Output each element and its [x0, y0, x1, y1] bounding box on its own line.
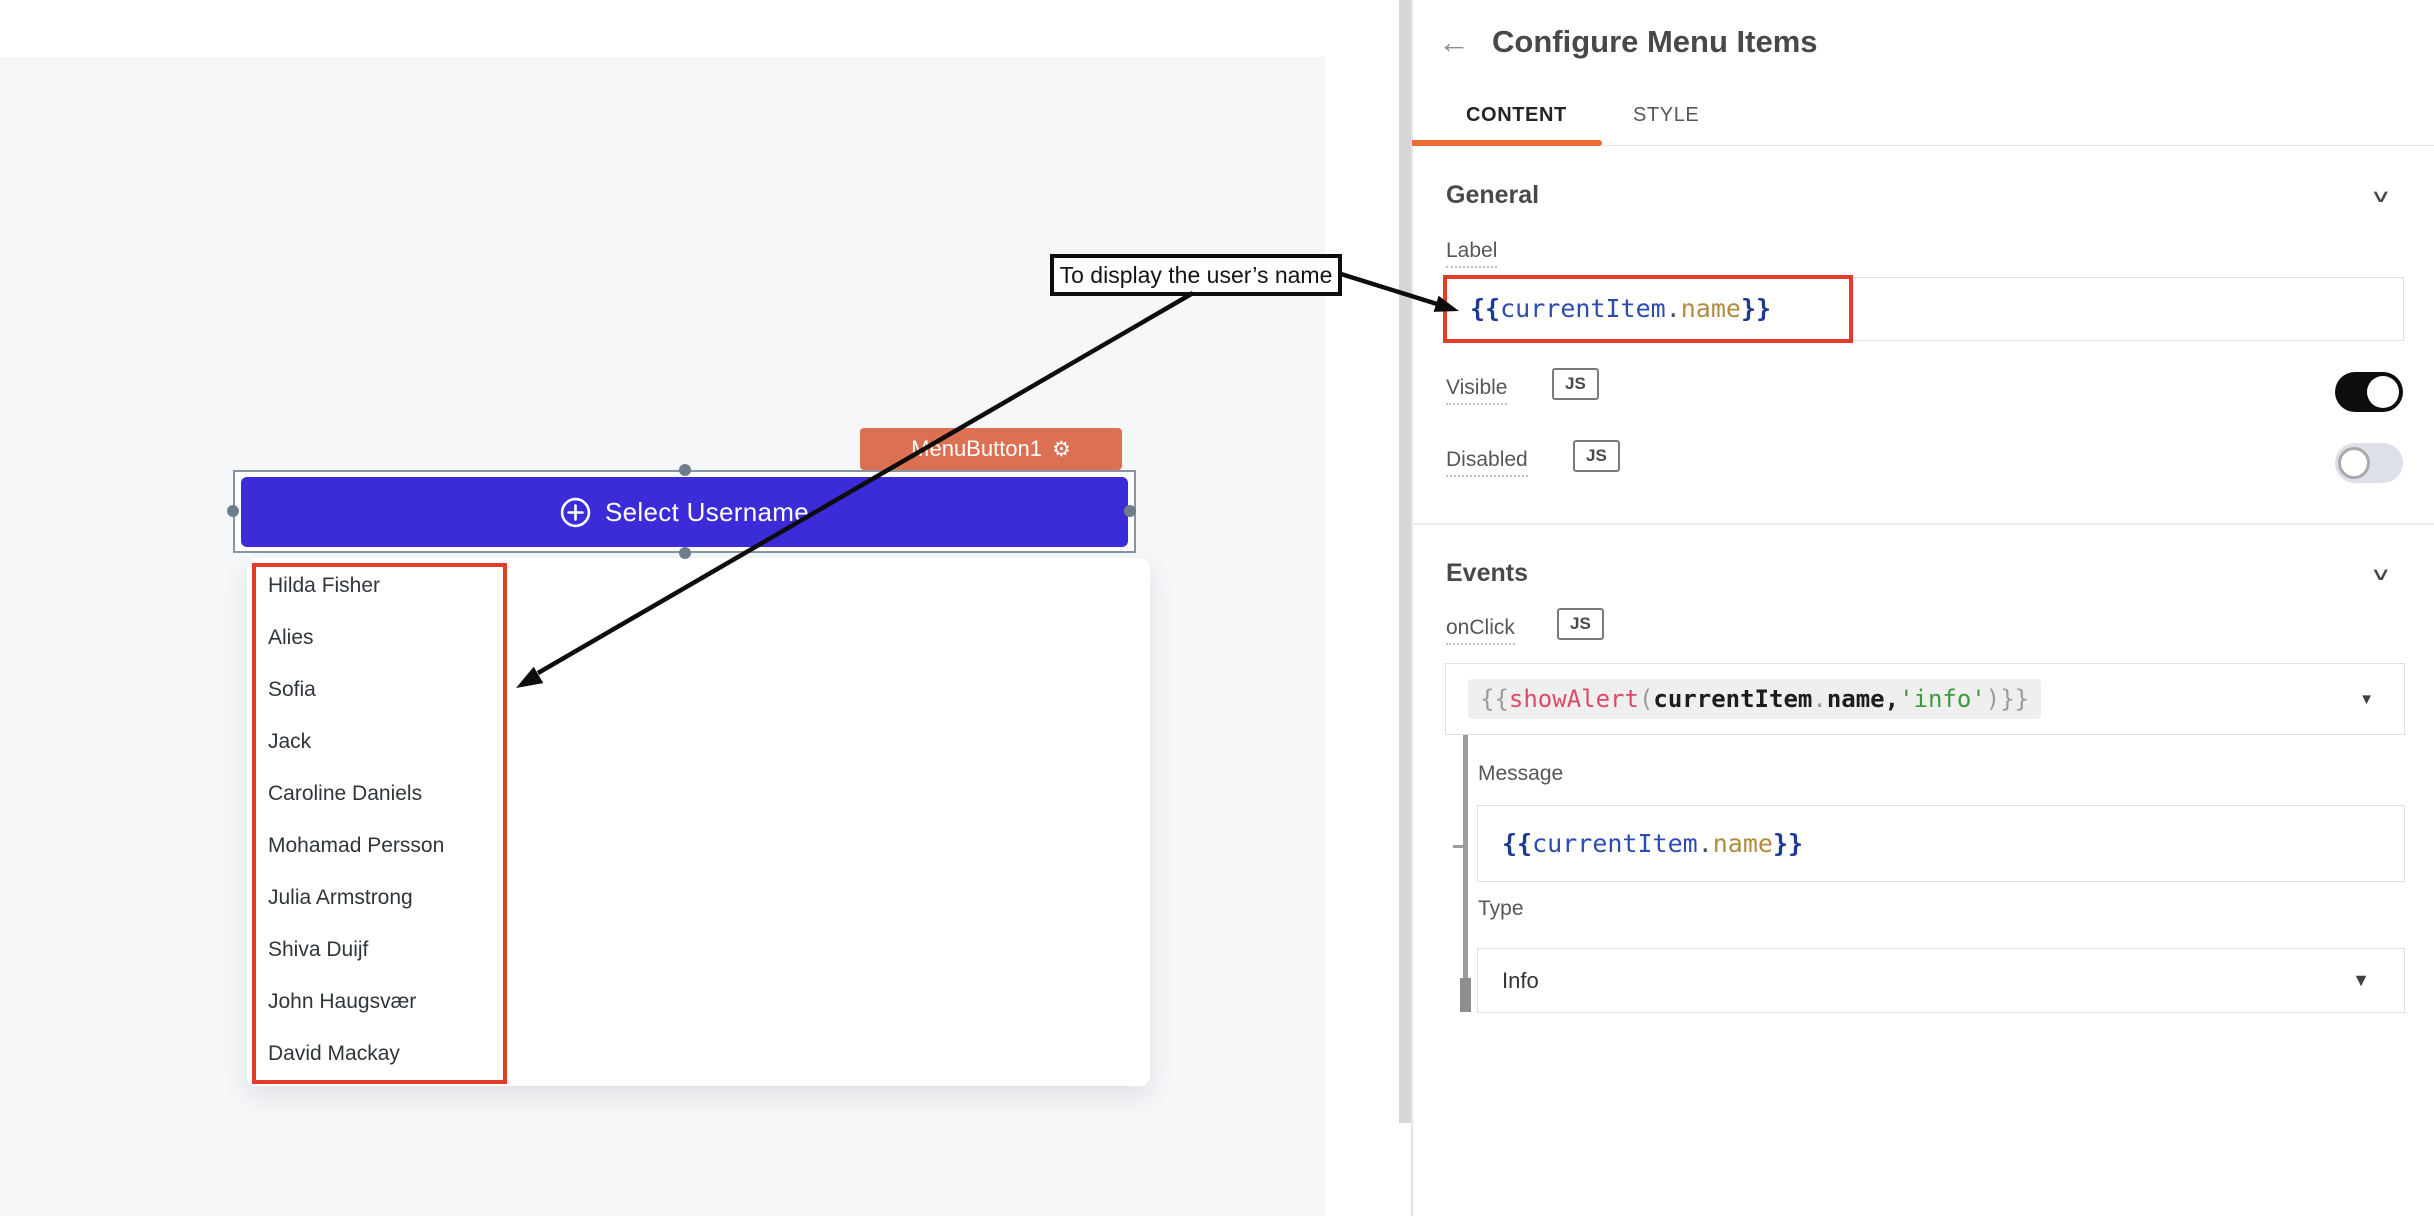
menu-list-item[interactable]: Hilda Fisher [268, 560, 1130, 612]
caret-down-icon: ▼ [2359, 691, 2374, 708]
tab-content[interactable]: CONTENT [1466, 104, 1567, 127]
type-select[interactable]: Info ▼ [1477, 948, 2405, 1013]
plus-circle-icon [560, 497, 591, 528]
message-input[interactable]: {{currentItem.name}} [1477, 805, 2405, 882]
disabled-js-badge[interactable]: JS [1573, 440, 1620, 472]
active-tab-underline [1412, 140, 1602, 146]
type-selected-value: Info [1502, 968, 1539, 994]
label-field-label: Label [1446, 239, 1497, 263]
onclick-js-badge[interactable]: JS [1557, 608, 1604, 640]
menu-list-item[interactable]: Julia Armstrong [268, 872, 1130, 924]
tab-style[interactable]: STYLE [1633, 104, 1699, 127]
menu-list-item[interactable]: Shiva Duijf [268, 924, 1130, 976]
select-username-button[interactable]: Select Username [241, 477, 1128, 547]
visible-field-label: Visible [1446, 376, 1507, 400]
menu-list-item[interactable]: Caroline Daniels [268, 768, 1130, 820]
nested-indent-tick [1453, 845, 1463, 848]
menu-list-item[interactable]: David Mackay [268, 1028, 1130, 1080]
resize-handle-top[interactable] [679, 464, 691, 476]
message-binding-code: {{currentItem.name}} [1478, 806, 2404, 881]
visible-js-badge[interactable]: JS [1552, 368, 1599, 400]
menu-list-item[interactable]: Jack [268, 716, 1130, 768]
annotation-callout: To display the user’s name [1050, 254, 1342, 296]
onclick-binding-code: {{showAlert(currentItem.name,'info')}} [1468, 679, 2041, 719]
section-heading-events: Events [1446, 559, 1528, 588]
nested-indent-thumb[interactable] [1460, 978, 1471, 1012]
section-heading-general: General [1446, 181, 1539, 210]
section-divider [1412, 523, 2434, 525]
chevron-down-icon[interactable]: ∨ [2370, 186, 2392, 208]
menu-list-item[interactable]: Alies [268, 612, 1130, 664]
onclick-action-select[interactable]: {{showAlert(currentItem.name,'info')}} ▼ [1445, 663, 2405, 735]
panel-left-border [1411, 0, 1413, 1216]
widget-name-label: MenuButton1 [911, 436, 1042, 462]
nested-indent-bar [1463, 735, 1468, 1012]
disabled-field-label: Disabled [1446, 448, 1528, 472]
type-field-label: Type [1478, 897, 1524, 921]
panel-scrollbar[interactable] [1399, 0, 1411, 1123]
onclick-field-label: onClick [1446, 616, 1515, 640]
back-arrow-icon[interactable]: ← [1438, 24, 1470, 61]
button-label: Select Username [605, 497, 809, 528]
annotation-text: To display the user’s name [1060, 262, 1333, 289]
menu-list-item[interactable]: John Haugsvær [268, 976, 1130, 1028]
resize-handle-bottom[interactable] [679, 547, 691, 559]
widget-name-tag[interactable]: MenuButton1 ⚙ [860, 428, 1122, 470]
menu-list-item[interactable]: Mohamad Persson [268, 820, 1130, 872]
resize-handle-right[interactable] [1124, 505, 1136, 517]
toggle-knob [2338, 447, 2370, 479]
menu-list-item[interactable]: Sofia [268, 664, 1130, 716]
gear-icon[interactable]: ⚙ [1052, 439, 1071, 460]
resize-handle-left[interactable] [227, 505, 239, 517]
disabled-toggle[interactable] [2335, 443, 2403, 483]
arrow-to-label-shaft [1341, 274, 1437, 304]
visible-toggle[interactable] [2335, 372, 2403, 412]
menu-item-list: Hilda Fisher Alies Sofia Jack Caroline D… [268, 560, 1130, 1080]
panel-title: Configure Menu Items [1492, 24, 1818, 60]
chevron-down-icon[interactable]: ∨ [2370, 564, 2392, 586]
label-binding-code: {{currentItem.name}} [1446, 278, 2403, 340]
message-field-label: Message [1478, 762, 1563, 786]
toggle-knob [2367, 376, 2399, 408]
menu-dropdown-panel: Hilda Fisher Alies Sofia Jack Caroline D… [247, 558, 1150, 1086]
caret-down-icon: ▼ [2352, 970, 2370, 991]
label-input[interactable]: {{currentItem.name}} [1445, 277, 2404, 341]
